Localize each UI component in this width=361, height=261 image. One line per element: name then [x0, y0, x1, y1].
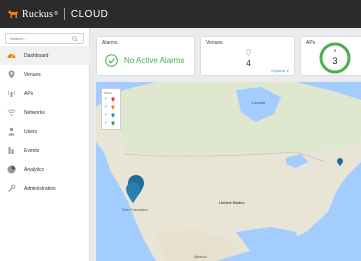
top-bar: Ruckus ® CLOUD	[0, 0, 361, 28]
aps-status-ring: 3	[319, 42, 351, 74]
aps-card[interactable]: APs 3	[300, 36, 361, 76]
orange-pin-icon	[111, 104, 115, 110]
sidebar-item-label: Networks	[24, 109, 45, 116]
sidebar-item-events[interactable]: Events	[0, 141, 90, 160]
legend-row[interactable]: ✓	[104, 103, 118, 111]
sidebar-item-label: Analytics	[24, 166, 45, 173]
sidebar-item-aps[interactable]: APs	[0, 84, 90, 103]
map-label-united-states: United States	[219, 200, 245, 205]
legend-row[interactable]: ✓	[104, 111, 118, 119]
search-box	[5, 33, 84, 44]
sidebar-item-administration[interactable]: Administration	[0, 179, 90, 198]
sidebar-item-label: Dashboard	[24, 52, 49, 59]
brand-registered-mark: ®	[54, 11, 58, 17]
venues-card-title: Venues	[206, 40, 223, 46]
map-canvas[interactable]	[96, 82, 361, 261]
alarm-status-text: No Active Alarms	[124, 56, 185, 65]
events-icon	[7, 146, 16, 155]
map-label-canada: Canada	[251, 100, 266, 105]
aps-count: 3	[332, 56, 337, 66]
alarms-card-title: Alarms	[102, 40, 118, 46]
aps-card-title: APs	[306, 40, 316, 46]
green-pin-icon	[111, 120, 115, 126]
map-label-mexico: Mexico	[194, 254, 207, 259]
sidebar-item-dashboard[interactable]: Dashboard	[0, 46, 90, 65]
blue-pin-icon	[111, 112, 115, 118]
search-input[interactable]	[6, 34, 72, 43]
check-icon[interactable]: ✓	[104, 120, 108, 126]
brand-name: Ruckus	[22, 8, 54, 20]
location-pin-icon	[7, 70, 16, 79]
venues-map[interactable]: Show ✓ ✓ ✓ ✓ Canada United States San Fr…	[96, 82, 361, 261]
map-label-san-francisco: San Francisco	[122, 207, 148, 212]
access-point-icon	[333, 49, 337, 52]
check-icon[interactable]: ✓	[104, 96, 108, 102]
access-point-icon	[7, 89, 16, 98]
user-icon	[7, 127, 16, 136]
sidebar-item-users[interactable]: Users	[0, 122, 90, 141]
brand-divider	[63, 8, 65, 20]
location-pin-icon	[246, 49, 251, 56]
analytics-icon	[7, 165, 16, 174]
sidebar-item-label: APs	[24, 90, 34, 97]
sidebar-item-label: Administration	[24, 185, 56, 192]
dashboard-icon	[7, 51, 16, 60]
venues-card[interactable]: Venues 4 Expand ∨	[200, 36, 295, 76]
wifi-icon	[7, 108, 16, 117]
sidebar: Dashboard Venues APs Networks Users Even…	[0, 28, 90, 261]
sidebar-item-venues[interactable]: Venues	[0, 65, 90, 84]
check-icon[interactable]: ✓	[104, 104, 108, 110]
sidebar-item-analytics[interactable]: Analytics	[0, 160, 90, 179]
red-pin-icon	[111, 96, 115, 102]
search-icon[interactable]	[72, 35, 78, 42]
alarm-status: No Active Alarms	[105, 54, 184, 67]
sidebar-item-networks[interactable]: Networks	[0, 103, 90, 122]
product-name: CLOUD	[70, 8, 109, 20]
wrench-icon	[7, 184, 16, 193]
alarms-card[interactable]: Alarms No Active Alarms	[96, 36, 195, 76]
expand-link[interactable]: Expand ∨	[271, 68, 289, 73]
ruckus-dog-icon	[8, 10, 18, 18]
legend-row[interactable]: ✓	[104, 119, 118, 127]
sidebar-item-label: Users	[24, 128, 38, 135]
sidebar-item-label: Venues	[24, 71, 41, 78]
check-icon[interactable]: ✓	[104, 112, 108, 118]
legend-row[interactable]: ✓	[104, 95, 118, 103]
check-circle-icon	[105, 54, 118, 67]
map-legend: Show ✓ ✓ ✓ ✓	[101, 88, 121, 130]
venues-count: 4	[246, 59, 251, 68]
sidebar-item-label: Events	[24, 147, 40, 154]
brand-logo[interactable]: Ruckus ® CLOUD	[7, 8, 108, 20]
